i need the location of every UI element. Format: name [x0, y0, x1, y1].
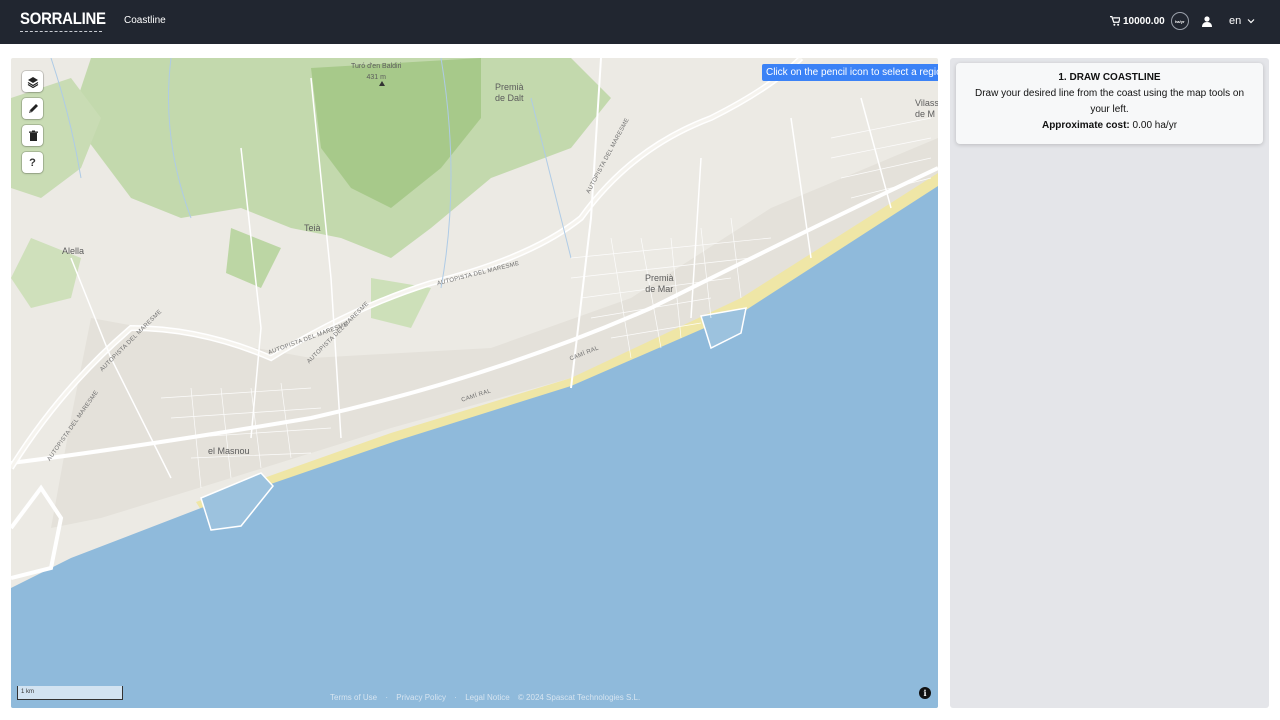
privacy-link[interactable]: Privacy Policy: [396, 693, 446, 702]
language-selector[interactable]: en: [1229, 15, 1255, 27]
copyright-text: © 2024 Spascat Technologies S.L.: [517, 693, 641, 702]
footer-separator: ·: [454, 693, 457, 702]
legal-link[interactable]: Legal Notice: [465, 693, 509, 702]
delete-button[interactable]: [22, 125, 43, 146]
place-name-line: de Mar: [645, 284, 674, 294]
map-footer-links: Terms of Use · Privacy Policy · Legal No…: [330, 693, 646, 702]
sorraline-logo[interactable]: SORRALINE: [20, 8, 106, 34]
place-name-line: de Dalt: [495, 93, 524, 103]
footer-separator: ·: [385, 693, 389, 702]
pencil-icon: [28, 103, 38, 113]
logo-text: SORRALINE: [20, 9, 106, 28]
place-name-line: Premià: [645, 273, 674, 283]
place-premia-de-dalt: Premià de Dalt: [495, 82, 524, 104]
place-name-line: Vilass: [915, 98, 938, 108]
cart-icon: [1110, 16, 1120, 26]
place-alella: Alella: [62, 246, 85, 256]
chevron-down-icon: [1247, 19, 1255, 24]
layers-button[interactable]: [22, 71, 43, 92]
map-canvas[interactable]: Turó d'en Baldiri 431 m Premià de Dalt P…: [11, 58, 938, 708]
place-vilassar: Vilass de M: [915, 98, 938, 120]
cost-label: Approximate cost:: [1041, 120, 1130, 131]
trash-icon: [28, 130, 38, 141]
cost-value: 0.00 ha/yr: [1132, 120, 1178, 131]
place-teia: Teià: [304, 223, 321, 233]
help-button[interactable]: ?: [22, 152, 43, 173]
layers-icon: [27, 76, 38, 88]
peak-elevation: 431 m: [366, 74, 386, 81]
logo-dashed-line: [20, 31, 102, 33]
terms-link[interactable]: Terms of Use: [330, 693, 377, 702]
top-navbar: SORRALINE Coastline 10000.00 ha/yr en: [0, 0, 1280, 44]
place-el-masnou: el Masnou: [208, 446, 250, 456]
step-title: 1. DRAW COASTLINE: [1058, 72, 1161, 83]
user-icon[interactable]: [1202, 16, 1212, 27]
step-card: 1. DRAW COASTLINE Draw your desired line…: [956, 63, 1263, 144]
map-scale-bar: 1 km: [17, 686, 123, 700]
map-tiles: [11, 58, 938, 708]
peak-label: Turó d'en Baldiri 431 m: [351, 61, 402, 83]
cart-button[interactable]: 10000.00 ha/yr: [1110, 12, 1189, 30]
nav-link-coastline[interactable]: Coastline: [124, 15, 166, 26]
place-name-line: de M: [915, 109, 936, 119]
map-hint-tooltip: Click on the pencil icon to select a reg…: [762, 64, 938, 81]
cart-amount: 10000.00: [1123, 15, 1165, 27]
place-premia-de-mar: Premià de Mar: [645, 273, 674, 295]
side-panel: 1. DRAW COASTLINE Draw your desired line…: [950, 58, 1269, 708]
map-info-button[interactable]: i: [919, 687, 931, 699]
language-value: en: [1229, 15, 1242, 27]
pencil-button[interactable]: [22, 98, 43, 119]
place-name-line: Premià: [495, 82, 524, 92]
cost-line: Approximate cost: 0.00 ha/yr: [956, 118, 1263, 134]
peak-name: Turó d'en Baldiri: [351, 63, 402, 70]
cart-unit-badge: ha/yr: [1170, 12, 1189, 30]
step-instructions: Draw your desired line from the coast us…: [974, 88, 1245, 115]
